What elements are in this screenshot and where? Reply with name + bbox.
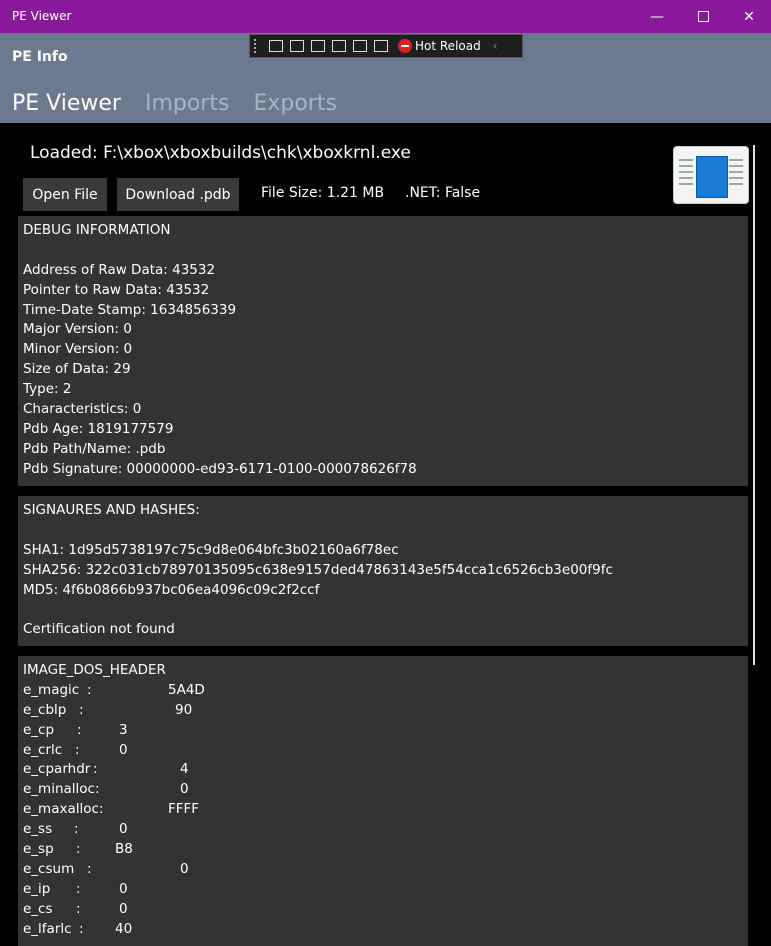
debug-info-line: Minor Version: 0	[23, 341, 133, 358]
dos-field-row: e_maxalloc: FFFF	[23, 800, 743, 820]
accessibility-icon[interactable]	[353, 40, 367, 52]
dos-field-value: 5A4D	[168, 681, 205, 698]
binding-failures-icon[interactable]	[374, 40, 388, 52]
dos-field-row: e_magic:5A4D	[23, 681, 743, 701]
dos-header-panel: IMAGE_DOS_HEADER e_magic:5A4D e_cblp:90 …	[18, 656, 748, 946]
debug-toolbar: Hot Reload ‹	[249, 34, 523, 58]
signature-line: SHA1: 1d95d5738197c75c9d8e064bfc3b02160a…	[23, 541, 399, 558]
track-focus-icon[interactable]	[332, 40, 346, 52]
minimize-button[interactable]: —	[634, 0, 680, 33]
main-content: Loaded: F:\xbox\xboxbuilds\chk\xboxkrnl.…	[0, 123, 771, 946]
debug-info-line: Pdb Path/Name: .pdb	[23, 440, 166, 457]
dos-field-name: e_cblp	[23, 701, 67, 718]
dos-field-row: e_cp:3	[23, 721, 743, 741]
debug-info-line: Type: 2	[23, 381, 72, 398]
open-file-button[interactable]: Open File	[23, 178, 107, 211]
tab-imports[interactable]: Imports	[145, 91, 229, 116]
debug-info-line: Pdb Signature: 00000000-ed93-6171-0100-0…	[23, 460, 417, 477]
dos-field-value: 0	[119, 821, 128, 838]
dos-field-value: 0	[119, 900, 128, 917]
dos-field-name: e_magic	[23, 681, 80, 698]
file-size-label: File Size: 1.21 MB	[261, 185, 385, 201]
debug-info-line: Address of Raw Data: 43532	[23, 261, 216, 278]
dos-field-row: e_ss:0	[23, 820, 743, 840]
maximize-icon	[697, 11, 709, 22]
signature-line	[23, 521, 743, 541]
dos-field-row: e_ip:0	[23, 880, 743, 900]
dos-field-value: 3	[119, 721, 128, 738]
minimize-icon: —	[650, 8, 664, 25]
dos-field-value: 0	[119, 741, 128, 758]
dos-field-value: 0	[180, 860, 189, 877]
dos-field-row: e_lfarlc:40	[23, 920, 743, 940]
dos-field-name: e_crlc	[23, 741, 63, 758]
section-title: PE Info	[12, 49, 68, 65]
dos-field-row: e_cs:0	[23, 900, 743, 920]
dos-field-name: e_minalloc	[23, 781, 95, 798]
vertical-scrollbar[interactable]	[753, 145, 755, 665]
tab-pe-viewer[interactable]: PE Viewer	[12, 91, 121, 116]
dos-field-name: e_cp	[23, 721, 55, 738]
signature-line: MD5: 4f6b0866b937bc06ea4096c09c2f2ccf	[23, 581, 320, 598]
tab-bar: PE Viewer Imports Exports	[12, 91, 337, 116]
collapse-toolbar-icon[interactable]: ‹	[493, 39, 498, 53]
debug-info-line: Size of Data: 29	[23, 361, 131, 378]
debug-info-line: DEBUG INFORMATION	[23, 222, 171, 238]
dos-field-name: e_csum	[23, 860, 75, 877]
dos-field-value: 4	[180, 761, 189, 778]
dos-field-row: e_crlc:0	[23, 741, 743, 761]
hot-reload-icon[interactable]	[398, 39, 412, 53]
tab-exports[interactable]: Exports	[253, 91, 336, 116]
signature-line: SIGNAURES AND HASHES:	[23, 502, 200, 518]
debug-info-line: Major Version: 0	[23, 321, 132, 338]
download-pdb-button[interactable]: Download .pdb	[117, 178, 239, 211]
dos-field-name: e_ip	[23, 880, 51, 897]
dos-field-value: 0	[119, 880, 128, 897]
dos-field-name: e_lfarlc	[23, 920, 72, 937]
dos-field-row: e_cparhdr:4	[23, 760, 743, 780]
dos-field-value: 40	[115, 920, 133, 937]
debug-info-line	[23, 241, 743, 261]
loaded-file-path: Loaded: F:\xbox\xboxbuilds\chk\xboxkrnl.…	[30, 143, 411, 163]
dos-field-value: B8	[115, 841, 133, 858]
dos-field-row: e_sp: B8	[23, 840, 743, 860]
debug-info-panel: DEBUG INFORMATION Address of Raw Data: 4…	[18, 216, 748, 486]
dos-field-row: e_csum:0	[23, 860, 743, 880]
dos-field-name: e_sp	[23, 841, 54, 858]
signatures-panel: SIGNAURES AND HASHES: SHA1: 1d95d5738197…	[18, 496, 748, 646]
dos-field-name: e_ss	[23, 821, 53, 838]
close-button[interactable]: ✕	[726, 0, 771, 33]
debug-info-line: Characteristics: 0	[23, 401, 142, 418]
display-layout-adorners-icon[interactable]	[311, 40, 325, 52]
signature-line: Certification not found	[23, 621, 175, 638]
dos-field-row: e_cblp:90	[23, 701, 743, 721]
dos-field-name: e_cparhdr	[23, 761, 91, 778]
pe-file-icon	[673, 146, 749, 204]
live-visual-tree-icon[interactable]	[269, 40, 283, 52]
dos-field-value: 90	[175, 701, 193, 718]
dos-field-name: e_cs	[23, 900, 53, 917]
dos-field-name: e_maxalloc	[23, 801, 99, 818]
signature-line: SHA256: 322c031cb78970135095c638e9157ded…	[23, 561, 613, 578]
close-icon: ✕	[743, 8, 755, 25]
signature-line	[23, 600, 743, 620]
debug-info-line: Pdb Age: 1819177579	[23, 420, 174, 437]
hot-reload-label[interactable]: Hot Reload	[415, 39, 481, 53]
dos-field-value: FFFF	[168, 801, 200, 818]
dos-header-title: IMAGE_DOS_HEADER	[23, 662, 166, 678]
grip-handle-icon[interactable]	[254, 39, 262, 53]
dos-field-row: e_minalloc:0	[23, 780, 743, 800]
net-status-label: .NET: False	[405, 185, 481, 201]
debug-info-line: Pointer to Raw Data: 43532	[23, 281, 210, 298]
title-bar: PE Viewer — ✕	[0, 0, 771, 33]
dos-field-value: 0	[180, 781, 189, 798]
debug-info-line: Time-Date Stamp: 1634856339	[23, 301, 237, 318]
window-title: PE Viewer	[12, 9, 72, 23]
select-element-icon[interactable]	[290, 40, 304, 52]
maximize-button[interactable]	[680, 0, 726, 33]
